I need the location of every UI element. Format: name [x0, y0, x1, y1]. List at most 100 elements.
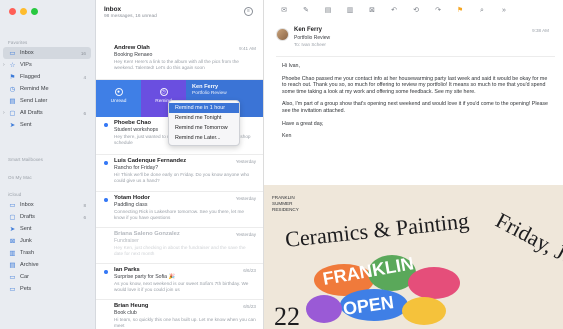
message-sender: Brian Heung	[114, 303, 149, 309]
list-item[interactable]: Andrew Olah Booking Renaeo Hey Ken! Here…	[96, 42, 263, 80]
message-preview: Connecting Rick in Lakeshore tomorrow. S…	[114, 209, 245, 220]
envelope-icon[interactable]: ✉	[276, 5, 292, 17]
send-later-icon: ▤	[9, 97, 16, 105]
sidebar-item-label: Remind Me	[20, 86, 49, 92]
mail-window: Favorites ▭ Inbox 16 › ☆ VIPs ⚑ Flagged …	[0, 0, 563, 329]
flag-icon[interactable]: ⚑	[452, 5, 468, 17]
message-time: Yesterday	[235, 196, 256, 201]
flag-icon: ⚑	[9, 73, 16, 81]
inbox-icon: ▭	[9, 49, 16, 57]
chevron-right-icon[interactable]: ›	[3, 62, 5, 68]
close-window-button[interactable]	[9, 8, 16, 15]
sidebar-item-icloud-car[interactable]: ▭ Car	[3, 271, 91, 283]
message-time: Yesterday	[235, 232, 256, 237]
message-preview: Hi team, so quickly this one has built u…	[114, 317, 256, 328]
sidebar-item-label: Sent	[20, 122, 32, 128]
reply-all-icon[interactable]: ⟲	[408, 5, 424, 17]
junk-icon[interactable]: ⊠	[364, 5, 380, 17]
poster-art: FRANKLIN SUMMER RESIDENCY Ceramics & Pai…	[264, 185, 563, 329]
mark-unread-button[interactable]: ● Unread	[96, 80, 141, 117]
sidebar-item-icloud-inbox[interactable]: ▭ Inbox 8	[3, 199, 91, 211]
remind-tonight-menu-item[interactable]: Remind me Tonight	[169, 113, 239, 123]
drafts-icon: ▢	[9, 213, 16, 221]
sidebar-item-label: All Drafts	[20, 110, 43, 116]
message-preview: Hey Ken! Here's a link to the album with…	[114, 59, 239, 70]
poster-org-line: RESIDENCY	[272, 207, 299, 212]
message-sender: Yotam Hodor	[114, 195, 150, 201]
message-preview: Hi! Think we'll be done early on Friday.…	[114, 172, 250, 183]
trash-icon: ▥	[9, 249, 16, 257]
sidebar-item-sent[interactable]: ➤ Sent	[3, 119, 91, 131]
sidebar-item-icloud-sent[interactable]: ➤ Sent	[3, 223, 91, 235]
sidebar-item-flagged[interactable]: ⚑ Flagged 4	[3, 71, 91, 83]
reading-pane: ✉ ✎ ▤ ▥ ⊠ ↶ ⟲ ↷ ⚑ ⌕ » Ken Ferry Portfoli…	[264, 0, 563, 329]
unread-count: 8	[83, 202, 86, 208]
sidebar-item-label: Sent	[20, 226, 32, 232]
trash-icon[interactable]: ▥	[342, 5, 358, 17]
message-time: 6/5/23	[243, 304, 256, 309]
sidebar-item-all-drafts[interactable]: › ▢ All Drafts 6	[3, 107, 91, 119]
poster-number: 22	[274, 302, 300, 329]
message-sender: Luis Cadenque Fernandez	[114, 158, 187, 164]
sidebar: Favorites ▭ Inbox 16 › ☆ VIPs ⚑ Flagged …	[0, 0, 96, 329]
folder-icon: ▭	[9, 273, 16, 281]
sidebar-item-remind-me[interactable]: ◷ Remind Me	[3, 83, 91, 95]
sidebar-item-vips[interactable]: › ☆ VIPs	[3, 59, 91, 71]
message-subject: Booking Renaeo	[114, 52, 153, 58]
archive-icon[interactable]: ▤	[320, 5, 336, 17]
envelope-icon: ●	[114, 88, 123, 96]
sidebar-section-favorites: Favorites	[8, 40, 28, 45]
remind-one-hour-menu-item[interactable]: Remind me in 1 hour	[169, 103, 239, 113]
message-subject: Book club	[114, 310, 137, 316]
sidebar-item-label: Car	[20, 274, 30, 280]
remind-tomorrow-menu-item[interactable]: Remind me Tomorrow	[169, 123, 239, 133]
list-item[interactable]: Ian Parks Surprise party for Sofia 🎉 As …	[96, 264, 263, 300]
invitation-poster[interactable]: FRANKLIN SUMMER RESIDENCY Ceramics & Pai…	[264, 185, 563, 329]
mailbox-title: Inbox	[104, 6, 122, 13]
sidebar-item-label: Junk	[20, 238, 32, 244]
item-count: 6	[83, 214, 86, 220]
unread-dot-icon	[104, 161, 108, 165]
sidebar-item-inbox[interactable]: ▭ Inbox 16	[3, 47, 91, 59]
message-time: 6/6/23	[243, 268, 256, 273]
sidebar-item-icloud-drafts[interactable]: ▢ Drafts 6	[3, 211, 91, 223]
sidebar-item-label: Flagged	[20, 74, 41, 80]
list-item[interactable]: Luis Cadenque Fernandez Rancho for Frida…	[96, 155, 263, 192]
clock-icon: ◷	[9, 85, 16, 93]
header-recipient: To: Ivan Scheer	[294, 42, 326, 47]
sidebar-item-label: Inbox	[20, 50, 34, 56]
list-item[interactable]: Briana Saleno Gonzalez Fundraiser Hey Ke…	[96, 228, 263, 264]
item-count: 4	[83, 74, 86, 80]
unread-dot-icon	[104, 270, 108, 274]
forward-icon[interactable]: ↷	[430, 5, 446, 17]
sidebar-item-icloud-trash[interactable]: ▥ Trash	[3, 247, 91, 259]
sidebar-item-send-later[interactable]: ▤ Send Later	[3, 95, 91, 107]
list-item[interactable]: Yotam Hodor Paddling class Connecting Ri…	[96, 192, 263, 228]
header-subject: Portfolio Review	[294, 35, 331, 41]
chevron-right-icon[interactable]: ›	[3, 110, 5, 116]
sidebar-item-icloud-pets[interactable]: ▭ Pets	[3, 283, 91, 295]
reply-icon[interactable]: ↶	[386, 5, 402, 17]
sent-icon: ➤	[9, 121, 16, 129]
sidebar-item-icloud-archive[interactable]: ▤ Archive	[3, 259, 91, 271]
filter-icon[interactable]: ≡	[244, 7, 253, 16]
sidebar-item-icloud-junk[interactable]: ⊠ Junk	[3, 235, 91, 247]
message-body: Hi Ivan, Phoebe Chao passed me your cont…	[282, 63, 552, 146]
zoom-window-button[interactable]	[31, 8, 38, 15]
message-preview: Hey Ken, just checking in about the fund…	[114, 245, 246, 256]
remind-later-menu-item[interactable]: Remind me Later...	[169, 133, 239, 143]
message-list-header: Inbox 98 messages, 16 unread	[104, 6, 157, 19]
message-subject: Rancho for Friday?	[114, 165, 159, 171]
more-icon[interactable]: »	[496, 5, 512, 17]
body-paragraph: Also, I'm part of a group show that's op…	[282, 101, 548, 114]
minimize-window-button[interactable]	[20, 8, 27, 15]
sent-icon: ➤	[9, 225, 16, 233]
body-paragraph: Phoebe Chao passed me your contact info …	[282, 75, 548, 95]
message-subject: Surprise party for Sofia 🎉	[114, 274, 175, 280]
message-preview: As you know, next weekend is our sweet S…	[114, 281, 249, 292]
compose-icon[interactable]: ✎	[298, 5, 314, 17]
body-paragraph: Have a great day,	[282, 120, 324, 127]
list-item[interactable]: Brian Heung Book club Hi team, so quickl…	[96, 300, 263, 329]
search-icon[interactable]: ⌕	[474, 5, 490, 17]
message-subject: Fundraiser	[114, 238, 139, 244]
